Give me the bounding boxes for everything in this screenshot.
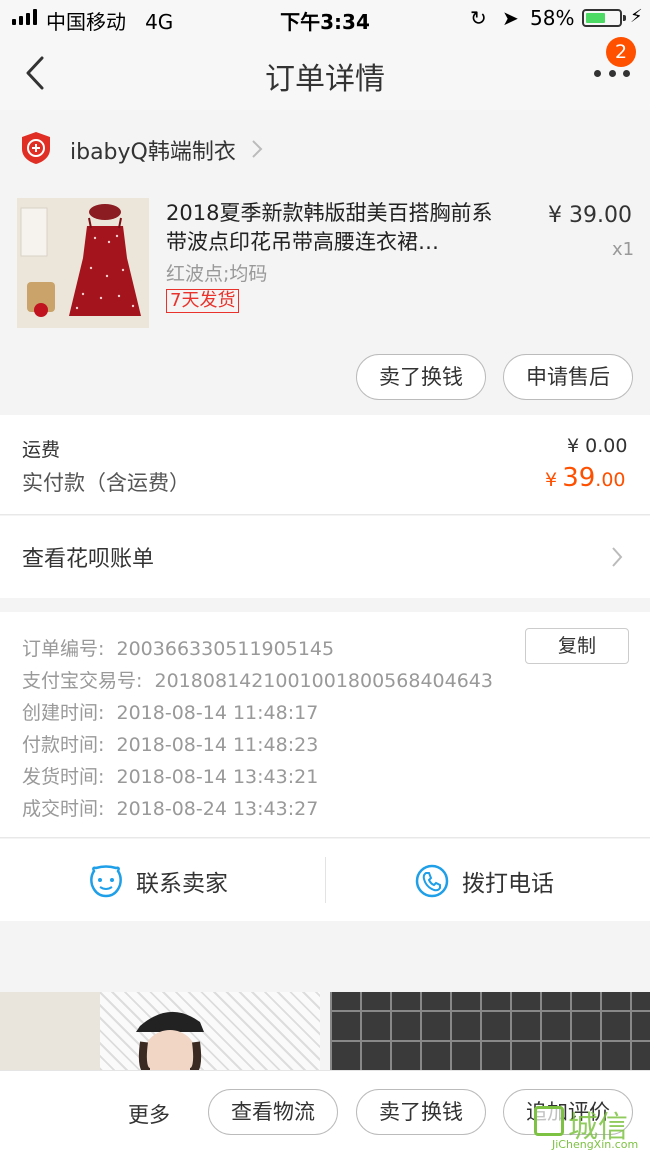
call-phone-button[interactable]: 拨打电话 (414, 861, 554, 901)
watermark-logo (534, 1106, 564, 1136)
call-phone-label: 拨打电话 (462, 871, 554, 897)
paid-amount: ¥ 39.00 (545, 463, 626, 493)
notification-badge: 2 (606, 37, 636, 67)
contact-bar: 联系卖家 拨打电话 (0, 839, 650, 921)
shipped-time-row: 发货时间: 2018-08-14 13:43:21 (22, 766, 319, 788)
product-title[interactable]: 2018夏季新款韩版甜美百搭胸前系带波点印花吊带高腰连衣裙… (166, 199, 506, 257)
chat-icon (90, 865, 122, 898)
charging-icon: ⚡ (630, 6, 643, 27)
contact-seller-label: 联系卖家 (136, 871, 228, 897)
rotation-lock-icon: ↻ (470, 6, 487, 30)
created-time-row: 创建时间: 2018-08-14 11:48:17 (22, 702, 319, 724)
recommendation-image[interactable] (330, 992, 650, 1072)
shop-row[interactable]: ibabyQ韩端制衣 (0, 116, 650, 186)
order-number-row: 订单编号: 200366330511905145 (22, 638, 335, 660)
huabei-bill-label: 查看花呗账单 (22, 547, 155, 572)
dress-image (17, 198, 149, 328)
payment-summary: 运费 ¥ 0.00 实付款（含运费） ¥ 39.00 (0, 415, 650, 515)
view-logistics-button[interactable]: 查看物流 (208, 1089, 338, 1135)
order-info: 订单编号: 200366330511905145 复制 支付宝交易号: 2018… (0, 612, 650, 838)
sell-for-cash-button[interactable]: 卖了换钱 (356, 354, 486, 400)
phone-icon (415, 864, 449, 898)
after-sale-button[interactable]: 申请售后 (503, 354, 633, 400)
completed-time-row: 成交时间: 2018-08-24 13:43:27 (22, 798, 319, 820)
product-thumbnail[interactable] (17, 198, 149, 328)
shop-enterprise-icon (22, 132, 50, 164)
chevron-right-icon (252, 140, 263, 158)
more-button[interactable]: 更多 (128, 1099, 170, 1129)
shipping-value: ¥ 0.00 (567, 435, 628, 457)
product-card: 2018夏季新款韩版甜美百搭胸前系带波点印花吊带高腰连衣裙… 红波点;均码 7天… (0, 187, 650, 415)
status-bar: 中国移动 4G 下午3:34 ↻ ➤ 58% ⚡ (0, 0, 650, 36)
recommendation-image[interactable] (0, 992, 320, 1072)
huabei-bill-row[interactable]: 查看花呗账单 (0, 516, 650, 598)
alipay-trade-row: 支付宝交易号: 2018081421001001800568404643 (22, 670, 493, 692)
paid-label: 实付款（含运费） (22, 471, 190, 495)
shipping-label: 运费 (22, 439, 61, 461)
product-quantity: x1 (612, 239, 635, 260)
battery-percent: 58% (530, 6, 575, 30)
chevron-right-icon (612, 547, 623, 567)
delivery-tag: 7天发货 (166, 289, 240, 313)
shop-name: ibabyQ韩端制衣 (70, 140, 236, 165)
nav-bar: 订单详情 2 (0, 36, 650, 110)
paid-time-row: 付款时间: 2018-08-14 11:48:23 (22, 734, 319, 756)
location-icon: ➤ (502, 6, 519, 30)
copy-button[interactable]: 复制 (525, 628, 629, 664)
model-photo (0, 992, 204, 1072)
product-spec: 红波点;均码 (166, 263, 268, 285)
divider (325, 857, 326, 903)
more-icon[interactable] (594, 70, 630, 78)
product-price: ¥ 39.00 (548, 203, 632, 228)
page-title: 订单详情 (265, 62, 385, 97)
contact-seller-button[interactable]: 联系卖家 (88, 861, 228, 901)
sell-for-cash-button[interactable]: 卖了换钱 (356, 1089, 486, 1135)
watermark-url: JiChengXin.com (552, 1138, 639, 1151)
battery-icon (582, 9, 626, 27)
